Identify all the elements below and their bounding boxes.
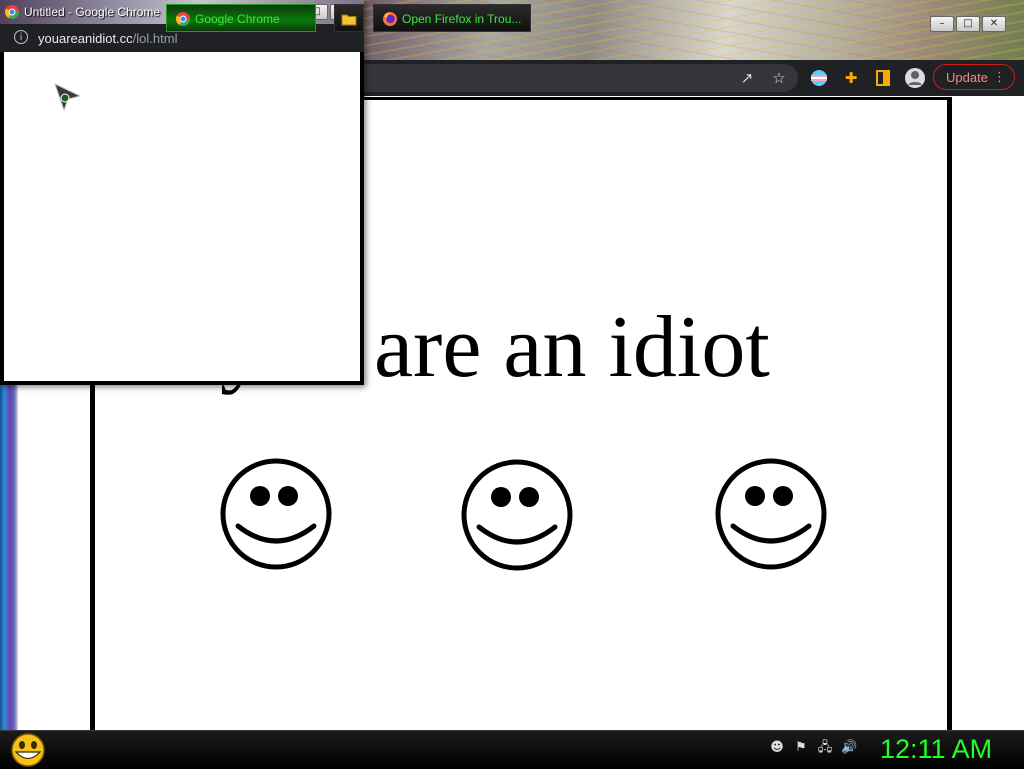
popup-url[interactable]: youareanidiot.cc/lol.html xyxy=(38,31,177,46)
start-button-smiley-icon[interactable] xyxy=(8,733,48,767)
browser-menu-icon[interactable]: ⋮ xyxy=(993,65,1006,91)
chrome-icon xyxy=(4,5,19,19)
profile-avatar-icon[interactable] xyxy=(903,66,927,90)
close-button[interactable]: ✕ xyxy=(982,16,1006,32)
minimize-button[interactable]: – xyxy=(930,16,954,32)
folder-icon xyxy=(341,14,357,26)
popup-window[interactable]: Untitled - Google Chrome – □ ✕ i youarea… xyxy=(0,0,364,385)
taskbar xyxy=(0,730,1024,769)
smiley-face-icon xyxy=(220,458,332,570)
taskbar-item-firefox[interactable]: Open Firefox in Trou... xyxy=(373,4,531,32)
side-panel-icon[interactable] xyxy=(871,66,895,90)
taskbar-item-folder[interactable] xyxy=(334,4,364,32)
address-bar[interactable] xyxy=(360,64,798,92)
taskbar-clock[interactable]: 12:11 AM xyxy=(880,734,992,764)
update-button[interactable]: Update ⋮ xyxy=(933,64,1015,90)
smiley-face-icon xyxy=(461,459,573,571)
chrome-icon xyxy=(175,12,190,26)
bookmark-star-icon[interactable]: ☆ xyxy=(767,66,791,90)
taskbar-item-google-chrome[interactable]: Google Chrome xyxy=(166,4,316,32)
network-icon[interactable]: 🖧 xyxy=(817,740,833,756)
main-window-controls: – □ ✕ xyxy=(930,16,1006,32)
site-info-icon[interactable]: i xyxy=(14,30,28,44)
action-center-flag-icon[interactable]: ⚑ xyxy=(793,740,809,756)
mouse-cursor-icon xyxy=(54,83,82,112)
extension-flag-icon[interactable] xyxy=(807,66,831,90)
taskbar-item-label: Google Chrome xyxy=(195,12,280,26)
extensions-puzzle-icon[interactable]: ✚ xyxy=(839,66,863,90)
update-label: Update xyxy=(946,70,988,85)
url-domain: youareanidiot.cc xyxy=(38,31,133,46)
maximize-button[interactable]: □ xyxy=(956,16,980,32)
firefox-icon xyxy=(383,12,397,26)
url-path: /lol.html xyxy=(132,31,178,46)
popup-title: Untitled - Google Chrome xyxy=(24,5,161,19)
taskbar-item-label: Open Firefox in Trou... xyxy=(402,12,522,26)
volume-icon[interactable]: 🔊 xyxy=(841,740,857,756)
tray-status-icon[interactable]: ☻ xyxy=(769,740,785,756)
smiley-face-icon xyxy=(715,458,827,570)
share-icon[interactable]: ↗ xyxy=(735,66,759,90)
